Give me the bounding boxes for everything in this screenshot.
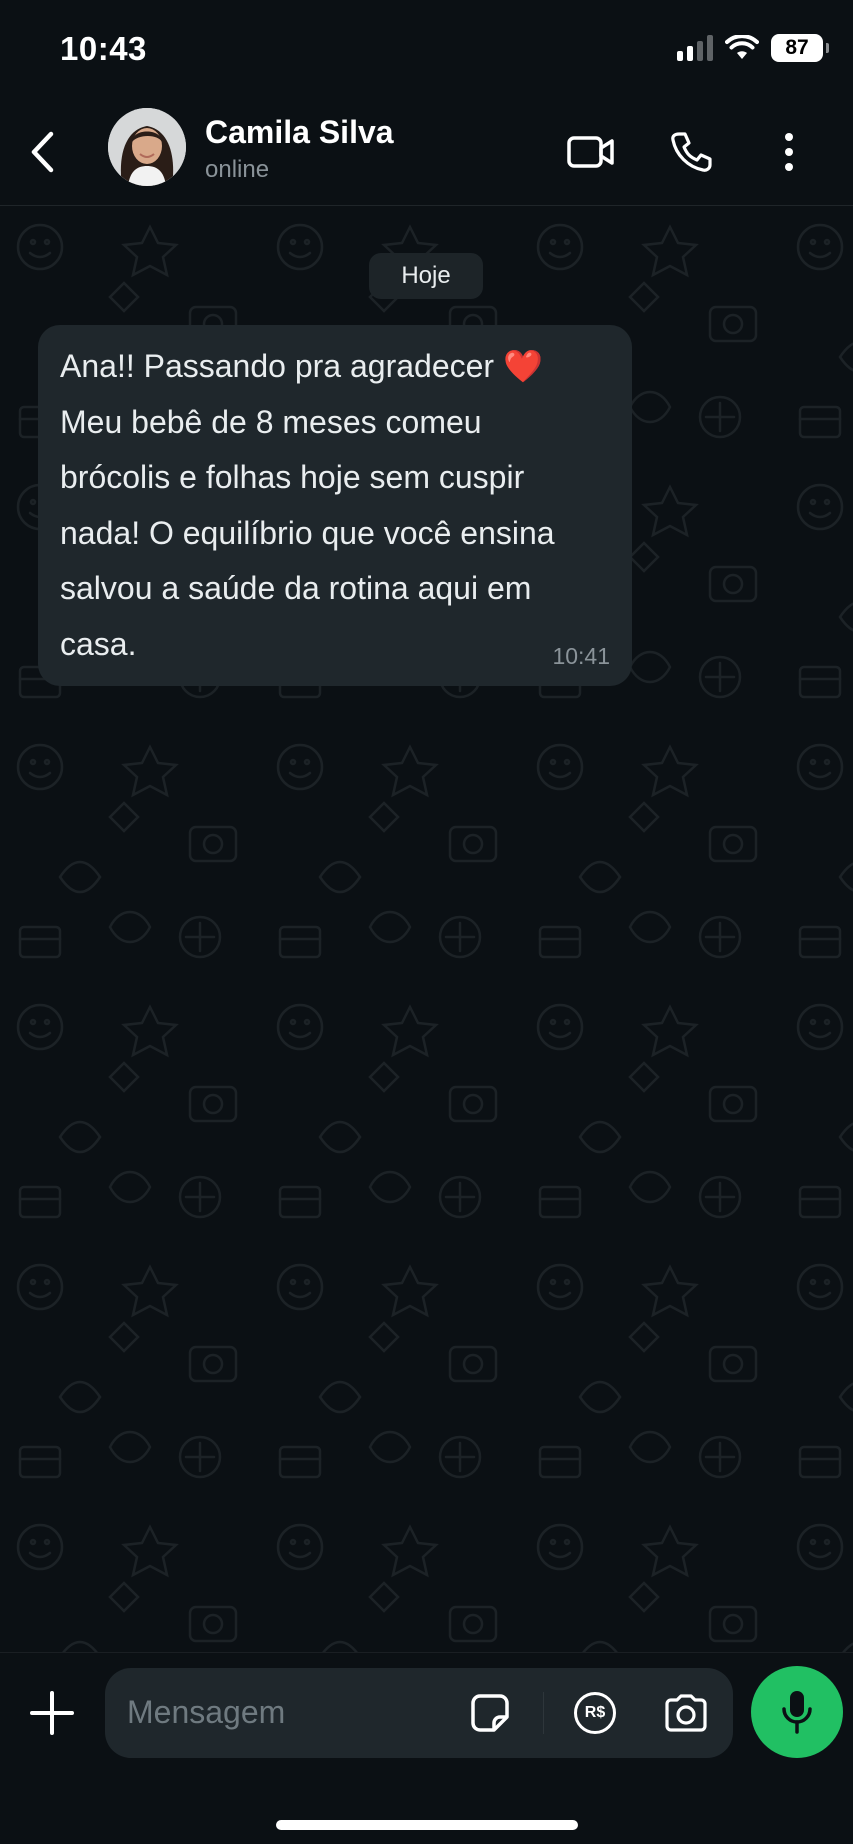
- payment-button[interactable]: R$: [572, 1690, 618, 1736]
- payment-label: R$: [584, 1704, 606, 1721]
- home-indicator[interactable]: [276, 1820, 578, 1830]
- status-bar: 10:43 87: [0, 0, 853, 100]
- field-divider: [543, 1692, 544, 1734]
- camera-icon: [665, 1694, 707, 1732]
- date-separator: Hoje: [369, 253, 483, 299]
- contact-name[interactable]: Camila Silva: [205, 114, 394, 151]
- avatar[interactable]: [108, 108, 186, 186]
- plus-icon: [30, 1691, 74, 1735]
- wifi-icon: [725, 35, 759, 59]
- payment-icon: R$: [574, 1692, 616, 1734]
- message-placeholder: Mensagem: [127, 1694, 286, 1730]
- video-call-icon: [567, 136, 614, 168]
- signal-icon: [677, 35, 713, 61]
- status-icons: 87: [677, 34, 829, 62]
- battery-level: 87: [785, 36, 809, 59]
- back-button[interactable]: [22, 122, 62, 182]
- more-options-button[interactable]: [774, 122, 804, 182]
- composer-bar: Mensagem R$: [0, 1652, 853, 1844]
- video-call-button[interactable]: [566, 122, 616, 182]
- contact-status: online: [205, 156, 270, 183]
- voice-message-button[interactable]: [751, 1666, 843, 1758]
- chat-header: Camila Silva online: [0, 100, 853, 206]
- mic-icon: [782, 1691, 812, 1734]
- message-bubble[interactable]: Ana!! Passando pra agradecer ❤️ Meu bebê…: [38, 325, 632, 686]
- camera-button[interactable]: [663, 1690, 709, 1736]
- sticker-button[interactable]: [467, 1690, 513, 1736]
- back-chevron-icon: [31, 131, 54, 173]
- sticker-icon: [471, 1694, 509, 1732]
- attach-button[interactable]: [28, 1689, 76, 1737]
- voice-call-button[interactable]: [668, 122, 714, 182]
- status-time: 10:43: [60, 30, 147, 67]
- message-text: Ana!! Passando pra agradecer ❤️ Meu bebê…: [60, 348, 555, 662]
- chat-area[interactable]: Hoje Ana!! Passando pra agradecer ❤️ Meu…: [0, 207, 853, 1652]
- more-vertical-icon: [785, 133, 793, 171]
- contact-photo: [108, 108, 186, 186]
- message-time: 10:41: [552, 643, 610, 669]
- battery-icon: 87: [771, 34, 829, 62]
- message-input[interactable]: Mensagem R$: [105, 1668, 733, 1758]
- phone-icon: [671, 132, 712, 172]
